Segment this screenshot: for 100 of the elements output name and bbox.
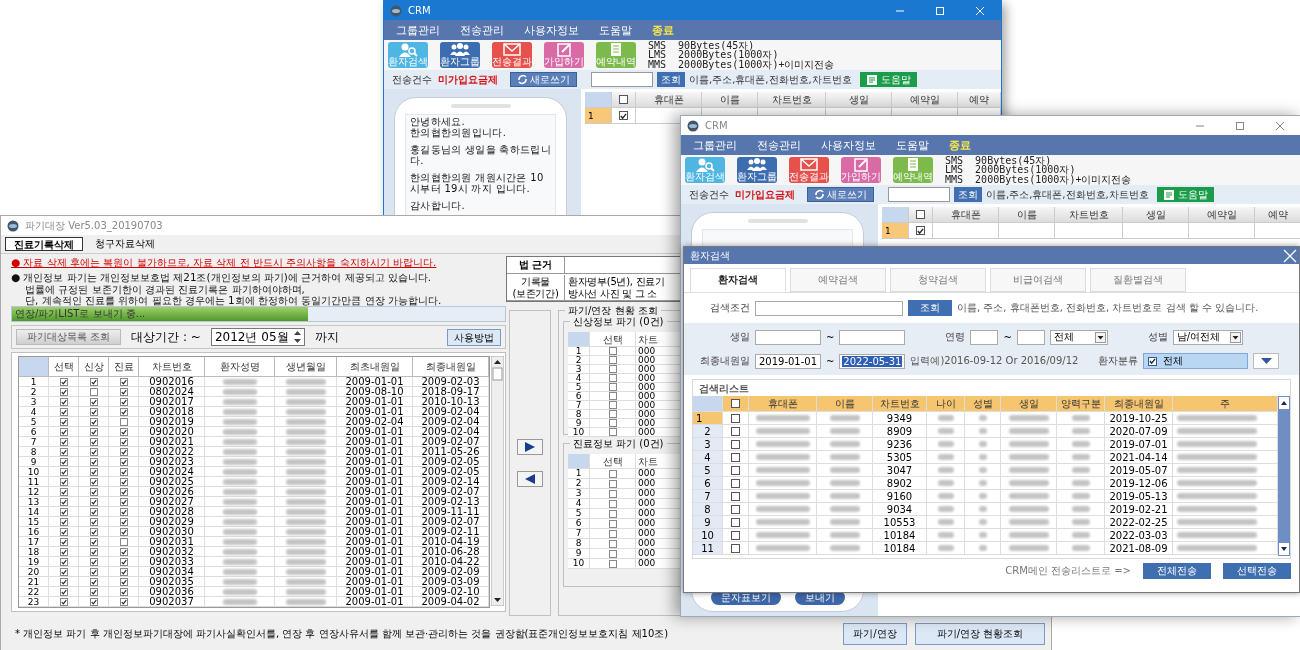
month-spinner[interactable]: 2012년 05월	[210, 328, 305, 346]
row-header[interactable]: 4	[693, 451, 723, 464]
checkbox[interactable]	[89, 487, 98, 496]
checkbox[interactable]	[89, 447, 98, 456]
menu-item[interactable]: 전송관리	[452, 20, 516, 40]
checkbox[interactable]	[119, 517, 128, 526]
checkbox[interactable]	[731, 543, 740, 553]
checkbox[interactable]	[608, 539, 617, 548]
checkbox[interactable]	[89, 567, 98, 576]
row-header[interactable]: 7	[693, 490, 723, 503]
checkbox[interactable]	[59, 397, 68, 406]
row-header[interactable]: 5	[693, 464, 723, 477]
checkbox[interactable]	[59, 577, 68, 586]
search-field[interactable]	[888, 187, 950, 202]
checkbox[interactable]	[119, 597, 128, 606]
checkbox[interactable]	[119, 407, 128, 416]
checkbox[interactable]	[619, 111, 628, 120]
checkbox[interactable]	[89, 597, 98, 606]
checkbox[interactable]	[608, 383, 617, 391]
checkbox[interactable]	[59, 537, 68, 546]
help-button[interactable]: 도움말	[1156, 187, 1214, 202]
row-header[interactable]: 2	[693, 425, 723, 438]
checkbox[interactable]	[608, 365, 617, 373]
checkbox[interactable]	[119, 527, 128, 536]
menu-item[interactable]: 종료	[941, 135, 983, 155]
menu-item[interactable]: 그룹관리	[388, 20, 452, 40]
send-button[interactable]: 선택전송	[1223, 563, 1291, 579]
checkbox[interactable]	[89, 537, 98, 546]
row-header[interactable]: 9	[693, 516, 723, 529]
checkbox[interactable]	[608, 469, 617, 478]
checkbox[interactable]	[89, 467, 98, 476]
row-header[interactable]: 6	[693, 477, 723, 490]
checkbox[interactable]	[89, 417, 98, 426]
checkbox[interactable]	[59, 457, 68, 466]
checkbox[interactable]	[59, 427, 68, 436]
checkbox[interactable]	[89, 517, 98, 526]
checkbox[interactable]	[119, 587, 128, 596]
move-left-button[interactable]	[517, 471, 543, 487]
checkbox[interactable]	[59, 597, 68, 606]
search-field[interactable]	[591, 72, 653, 87]
checkbox[interactable]	[89, 407, 98, 416]
send-button[interactable]: 전체전송	[1143, 563, 1211, 579]
checkbox[interactable]	[59, 547, 68, 556]
checkbox[interactable]	[608, 392, 617, 400]
checkbox[interactable]	[119, 467, 128, 476]
checkbox[interactable]	[119, 497, 128, 506]
help-button[interactable]: 도움말	[859, 72, 917, 87]
checkbox[interactable]	[59, 497, 68, 506]
checkbox[interactable]	[119, 417, 128, 426]
checkbox[interactable]	[89, 437, 98, 446]
tab[interactable]: 예약검색	[790, 268, 886, 292]
tab[interactable]: 청약검색	[890, 268, 986, 292]
checkbox[interactable]	[608, 529, 617, 538]
menu-item[interactable]: 사용자정보	[516, 20, 591, 40]
menu-item[interactable]: 도움말	[591, 20, 644, 40]
search-button[interactable]: 조회	[954, 187, 982, 202]
action-button[interactable]: 파기/연장	[843, 622, 907, 645]
checkbox[interactable]	[119, 377, 128, 386]
checkbox[interactable]	[731, 517, 740, 527]
toolbar-button[interactable]: 가입하기	[544, 42, 584, 68]
toolbar-button[interactable]: 전송결과	[789, 157, 829, 183]
checkbox[interactable]	[608, 509, 617, 518]
toolbar-button[interactable]: 전송결과	[492, 42, 532, 68]
dropdown[interactable]: 전체	[1049, 329, 1108, 345]
checkbox[interactable]	[119, 547, 128, 556]
checkbox[interactable]	[59, 417, 68, 426]
row-header[interactable]: 8	[693, 503, 723, 516]
dropdown[interactable]: 남/여전체	[1172, 329, 1243, 345]
action-button[interactable]: 파기/연장 현황조회	[915, 622, 1045, 645]
date-field[interactable]	[755, 329, 821, 345]
row-header[interactable]: 1	[585, 108, 612, 124]
checkbox[interactable]	[731, 491, 740, 501]
tab[interactable]: 청구자료삭제	[87, 237, 163, 251]
date-field[interactable]	[839, 329, 906, 345]
checkbox[interactable]	[731, 465, 740, 475]
toolbar-button[interactable]: 환자그룹	[737, 157, 777, 183]
checkbox[interactable]	[59, 507, 68, 516]
tab[interactable]: 진료기록삭제	[5, 237, 83, 251]
checkbox[interactable]	[59, 407, 68, 416]
checkbox[interactable]	[608, 356, 617, 364]
checkbox[interactable]	[119, 537, 128, 546]
checkbox[interactable]	[608, 410, 617, 418]
checkbox[interactable]	[89, 587, 98, 596]
dropdown-button[interactable]	[1253, 353, 1280, 369]
checkbox[interactable]	[608, 489, 617, 498]
row-header[interactable]: 10	[693, 529, 723, 542]
checkbox[interactable]	[119, 427, 128, 436]
how-to-button[interactable]: 사용방법	[447, 328, 501, 346]
checkbox[interactable]	[916, 226, 925, 235]
checkbox[interactable]	[731, 439, 740, 449]
checkbox[interactable]	[731, 478, 740, 488]
checkbox[interactable]	[119, 507, 128, 516]
checkbox[interactable]	[59, 447, 68, 456]
checkbox[interactable]	[119, 437, 128, 446]
checkbox[interactable]	[608, 479, 617, 488]
row-header[interactable]: 11	[693, 542, 723, 555]
tab[interactable]: 환자검색	[690, 268, 786, 292]
checkbox[interactable]	[608, 428, 617, 436]
row-header[interactable]: 3	[693, 438, 723, 451]
date-field[interactable]: 2019-01-01	[755, 353, 821, 369]
